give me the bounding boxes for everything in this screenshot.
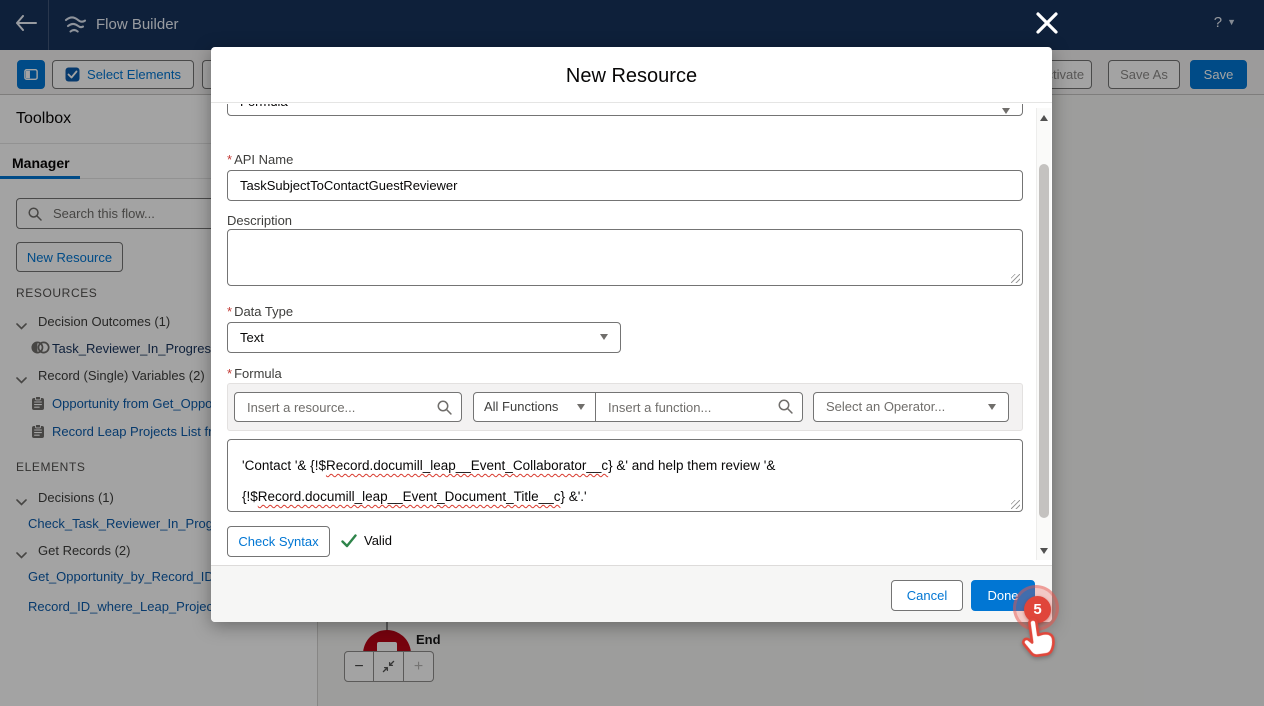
data-type-label-text: Data Type [234, 304, 293, 319]
formula-line-2: {!$Record.documill_leap__Event_Document_… [242, 481, 1008, 512]
close-icon [1034, 10, 1060, 36]
description-textarea[interactable] [227, 229, 1023, 286]
valid-label: Valid [364, 533, 392, 548]
insert-function-box [596, 393, 802, 421]
search-icon [778, 399, 793, 419]
insert-function-input[interactable] [606, 394, 750, 420]
syntax-valid-status: Valid [341, 533, 392, 548]
scroll-up-arrow[interactable] [1040, 115, 1048, 121]
modal-title: New Resource [211, 65, 1052, 88]
data-type-label: *Data Type [227, 304, 293, 319]
check-syntax-label: Check Syntax [238, 534, 318, 549]
modal-close-button[interactable] [1028, 9, 1058, 39]
formula-builder-toolbar: All Functions Select an Operator... [227, 383, 1023, 431]
resize-handle[interactable] [1011, 274, 1020, 283]
insert-resource-box [234, 392, 462, 422]
formula-text: } &'.' [560, 489, 586, 504]
formula-text: 'Contact '& {!$ [242, 458, 326, 473]
function-picker-group: All Functions [473, 392, 803, 422]
data-type-value: Text [240, 330, 264, 345]
required-asterisk: * [227, 152, 232, 167]
formula-line-1: 'Contact '& {!$Record.documill_leap__Eve… [242, 450, 1008, 481]
description-label: Description [227, 213, 292, 228]
required-asterisk: * [227, 366, 232, 381]
formula-textarea[interactable]: 'Contact '& {!$Record.documill_leap__Eve… [227, 439, 1023, 512]
api-name-label: *API Name [227, 152, 293, 167]
check-syntax-button[interactable]: Check Syntax [227, 526, 330, 557]
check-icon [341, 534, 357, 548]
done-label: Done [987, 588, 1018, 603]
modal-footer: Cancel Done [211, 565, 1052, 622]
cancel-button[interactable]: Cancel [891, 580, 963, 611]
data-type-select[interactable]: Text [227, 322, 621, 353]
resource-type-select[interactable]: Formula [227, 104, 1023, 116]
new-resource-modal: New Resource Formula *API Name Descripti… [211, 47, 1052, 622]
modal-header: New Resource [211, 47, 1052, 103]
required-asterisk: * [227, 304, 232, 319]
done-button[interactable]: Done [971, 580, 1035, 611]
api-name-label-text: API Name [234, 152, 293, 167]
api-name-input[interactable] [227, 170, 1023, 201]
chevron-down-icon [1002, 108, 1010, 114]
formula-text: {!$ [242, 489, 258, 504]
chevron-down-icon [988, 404, 996, 410]
operator-placeholder: Select an Operator... [826, 399, 945, 414]
scroll-down-arrow[interactable] [1040, 548, 1048, 554]
formula-label-text: Formula [234, 366, 282, 381]
modal-scrollbar[interactable] [1036, 108, 1051, 560]
formula-text: } &' and help them review '& [608, 458, 775, 473]
cancel-label: Cancel [907, 588, 947, 603]
search-icon [437, 400, 452, 420]
scrollbar-thumb[interactable] [1039, 164, 1049, 518]
resource-type-value: Formula [240, 104, 288, 109]
modal-content: Formula *API Name Description *Data Type… [211, 104, 1052, 565]
formula-label: *Formula [227, 366, 282, 381]
chevron-down-icon [577, 404, 585, 410]
function-category-select[interactable]: All Functions [474, 393, 596, 421]
operator-select[interactable]: Select an Operator... [813, 392, 1009, 422]
chevron-down-icon [600, 334, 608, 340]
insert-resource-input[interactable] [245, 394, 415, 420]
function-category-value: All Functions [484, 399, 558, 414]
formula-text-misspelled: Record.documill_leap__Event_Document_Tit… [258, 489, 561, 504]
formula-text-misspelled: Record.documill_leap__Event_Collaborator… [326, 458, 608, 473]
resize-handle[interactable] [1011, 500, 1020, 509]
flow-builder-screen: Flow Builder ?▼ Select Elements Activate… [0, 0, 1264, 706]
